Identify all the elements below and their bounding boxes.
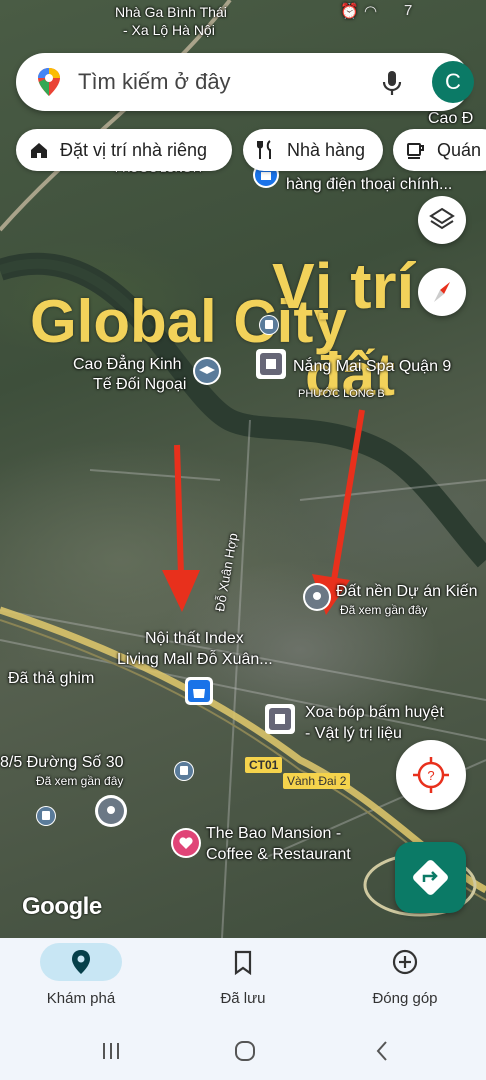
map-label-da-tha-ghim: Đã thả ghim <box>8 670 95 687</box>
nav-contribute[interactable]: Đóng góp <box>324 938 486 1028</box>
layers-icon <box>429 207 455 230</box>
map-label-xoa-bop-2: - Vật lý trị liệu <box>305 725 402 742</box>
massage-poi-icon[interactable] <box>265 704 295 734</box>
chip-restaurant[interactable]: Nhà hàng <box>243 129 383 171</box>
system-nav-bar <box>0 1028 486 1080</box>
my-location-button[interactable]: ? <box>396 740 466 810</box>
map-label-phuoc-long-b: PHƯỚC LONG B <box>298 388 385 400</box>
recent-place-pin-icon[interactable] <box>303 583 331 611</box>
chip-home[interactable]: Đặt vị trí nhà riêng <box>16 129 232 171</box>
search-bar[interactable]: Tìm kiếm ở đây C <box>16 53 474 111</box>
map-label-bao-mansion-1: The Bao Mansion - <box>206 825 342 842</box>
cafe-icon <box>407 143 424 159</box>
compass-icon <box>434 282 450 302</box>
bus-stop-icon[interactable] <box>259 315 279 335</box>
recent-place-pin-icon-2[interactable] <box>95 795 127 827</box>
map-label-cao-dang-2: Tế Đối Ngoại <box>93 376 187 393</box>
road-tag-vanh-dai-2: Vành Đai 2 <box>283 773 351 789</box>
nav-contribute-label: Đóng góp <box>372 990 438 1007</box>
school-poi-icon[interactable] <box>193 357 221 385</box>
annotation-vi-tri: Vị trí <box>272 250 415 322</box>
svg-text:?: ? <box>427 768 434 783</box>
nav-explore[interactable]: Khám phá <box>0 938 162 1028</box>
favorite-heart-icon[interactable] <box>171 828 201 858</box>
mall-poi-icon[interactable] <box>185 677 213 705</box>
add-circle-icon <box>392 949 418 975</box>
directions-icon <box>413 860 448 895</box>
nav-saved-label: Đã lưu <box>220 990 266 1007</box>
account-avatar[interactable]: C <box>432 61 474 103</box>
status-bar: ⏰ ◠ 7 <box>0 0 486 40</box>
map-label-cao-top-right: Cao Đ <box>428 110 474 127</box>
map-label-da-xem-2: Đã xem gần đây <box>36 774 124 788</box>
map-label-hang-dien-thoai: hàng điện thoại chính... <box>286 176 453 193</box>
nav-saved[interactable]: Đã lưu <box>162 938 324 1028</box>
explore-pin-icon <box>72 950 90 974</box>
map-label-bao-mansion-2: Coffee & Restaurant <box>206 846 351 863</box>
google-logo: Google <box>22 893 102 920</box>
signal-text: 7 <box>404 2 413 19</box>
layers-button[interactable] <box>418 196 466 244</box>
map-label-cao-dang-1: Cao Đẳng Kinh <box>73 356 182 373</box>
back-icon[interactable] <box>372 1039 392 1063</box>
map-label-duong-so-30: 8/5 Đường Số 30 <box>0 754 124 771</box>
chip-cafe[interactable]: Quán <box>393 129 486 171</box>
map-label-da-xem-1: Đã xem gần đây <box>340 603 428 617</box>
spa-poi-icon[interactable] <box>256 349 286 379</box>
alarm-icon: ⏰ <box>340 3 359 20</box>
recent-apps-icon[interactable] <box>100 1040 122 1062</box>
map-label-nang-mai: Nắng Mai Spa Quận 9 <box>293 358 452 375</box>
home-icon <box>31 143 47 158</box>
map-label-noi-that-1: Nội thất Index <box>145 630 244 647</box>
chip-restaurant-label: Nhà hàng <box>287 140 366 160</box>
map-label-noi-that-2: Living Mall Đỗ Xuân... <box>117 651 273 668</box>
maps-logo-icon <box>38 68 60 96</box>
map-label-xoa-bop-1: Xoa bóp bấm huyệt <box>305 704 444 721</box>
map-label-dat-nen: Đất nền Dự án Kiến <box>336 583 478 600</box>
bottom-nav: Khám phá Đã lưu Đóng góp <box>0 938 486 1028</box>
compass-button[interactable] <box>418 268 466 316</box>
directions-button[interactable] <box>395 842 466 913</box>
chip-home-label: Đặt vị trí nhà riêng <box>60 140 208 160</box>
search-input[interactable]: Tìm kiếm ở đây <box>78 69 231 95</box>
mic-icon[interactable] <box>380 69 404 97</box>
chip-cafe-label: Quán <box>437 140 482 160</box>
nav-explore-label: Khám phá <box>46 990 116 1007</box>
bookmark-icon <box>234 950 252 976</box>
red-arrow-left <box>162 444 200 612</box>
bus-stop-icon-3[interactable] <box>36 806 56 826</box>
home-button-icon[interactable] <box>233 1039 257 1063</box>
road-tag-ct01: CT01 <box>245 757 283 773</box>
restaurant-icon <box>257 140 271 159</box>
location-unknown-icon: ? <box>413 757 449 793</box>
wifi-icon: ◠ <box>364 3 378 20</box>
bus-stop-icon-2[interactable] <box>174 761 194 781</box>
